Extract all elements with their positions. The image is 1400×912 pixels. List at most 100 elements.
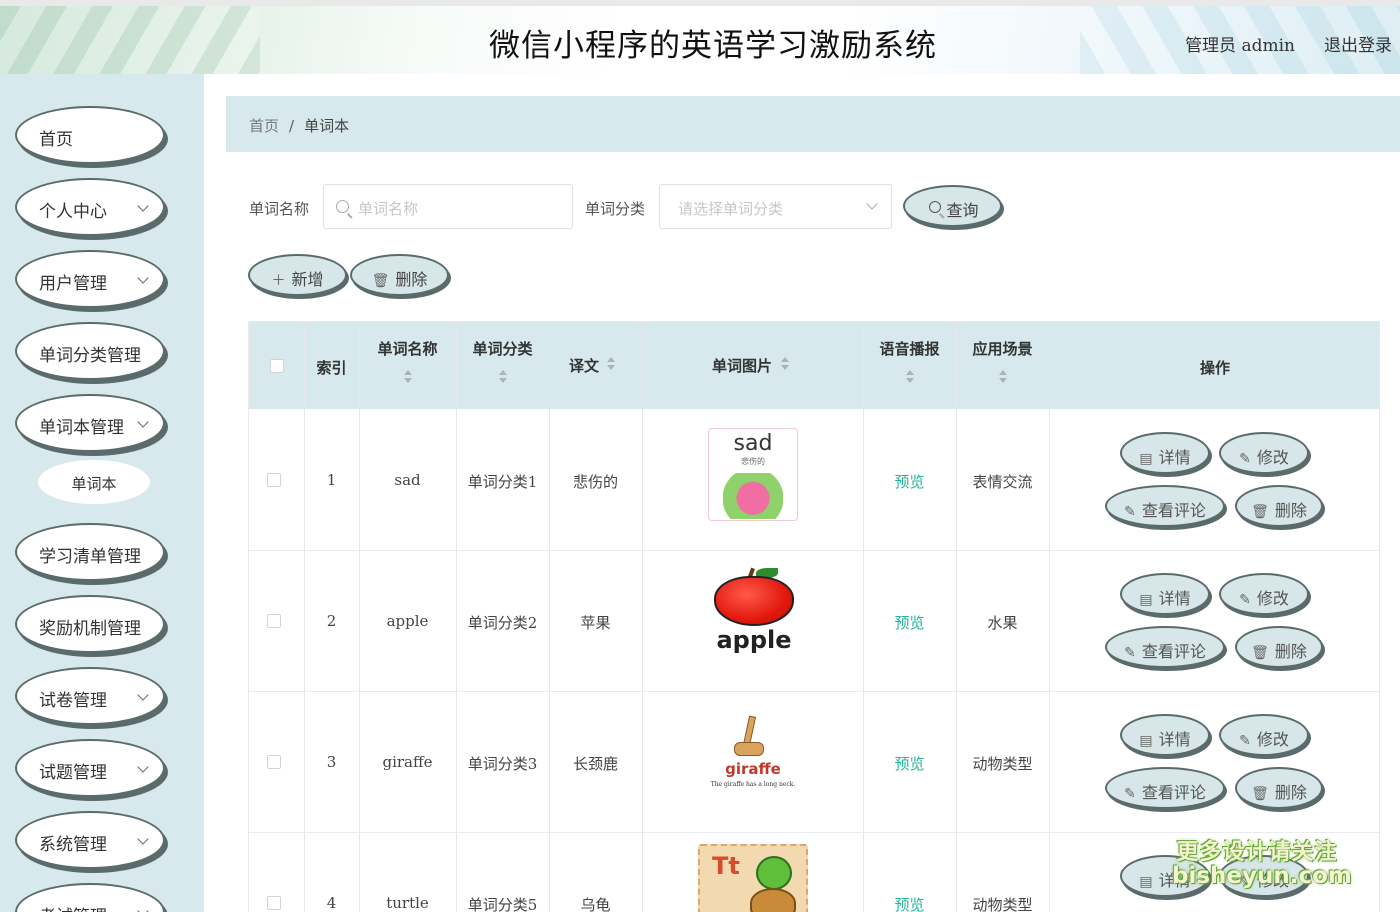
audio-preview-link[interactable]: 预览 — [863, 753, 956, 774]
sort-icon[interactable] — [780, 357, 790, 373]
nav-user-management[interactable]: 用户管理 — [15, 250, 165, 308]
sort-icon[interactable] — [998, 370, 1008, 386]
add-button-content: ＋ 新增 — [250, 266, 345, 290]
nav-label: 学习清单管理 — [39, 547, 141, 567]
detail-label: 详情 — [1158, 448, 1191, 467]
word-name-input[interactable]: 单词名称 — [323, 184, 573, 229]
sort-icon[interactable] — [905, 370, 915, 386]
sort-icon[interactable] — [403, 370, 413, 386]
logout-link[interactable]: 退出登录 — [1324, 31, 1392, 56]
audio-preview-link[interactable]: 预览 — [863, 471, 956, 492]
nav-exam-paper-management[interactable]: 试卷管理 — [15, 667, 165, 725]
row-checkbox[interactable] — [267, 896, 281, 910]
cell-word-name: apple — [386, 612, 429, 630]
trash-icon: 🗑 — [371, 273, 390, 289]
delete-button-label: 删除 — [395, 270, 428, 289]
nav-label: 单词本管理 — [39, 418, 124, 438]
sort-icon[interactable] — [606, 357, 616, 373]
nav-wordbook-management[interactable]: 单词本管理 — [15, 394, 165, 452]
plus-icon: ＋ — [271, 273, 286, 289]
audio-preview-link[interactable]: 预览 — [863, 894, 956, 912]
image-sub-text: The giraffe has a long neck. — [710, 781, 796, 788]
select-all-checkbox[interactable] — [270, 359, 284, 373]
edit-icon: ✎ — [1239, 592, 1251, 608]
chevron-down-icon — [137, 272, 149, 284]
nav-label: 试卷管理 — [39, 691, 107, 711]
comments-label: 查看评论 — [1141, 783, 1206, 802]
header-audio[interactable]: 语音播报 — [863, 338, 956, 359]
edit-button[interactable]: ✎ 修改 — [1219, 714, 1309, 756]
chevron-down-icon — [137, 416, 149, 428]
add-button-label: 新增 — [291, 270, 324, 289]
edit-icon: ✎ — [1124, 504, 1136, 520]
nav-reward-management[interactable]: 奖励机制管理 — [15, 595, 165, 653]
breadcrumb-home[interactable]: 首页 — [249, 117, 279, 135]
cell-translation: 长颈鹿 — [572, 755, 618, 773]
header-scene[interactable]: 应用场景 — [956, 338, 1049, 359]
image-word-text: giraffe — [725, 760, 781, 778]
trash-icon: 🗑 — [1251, 645, 1269, 661]
view-comments-button[interactable]: ✎ 查看评论 — [1105, 485, 1225, 527]
word-image-turtle: Tt — [698, 844, 808, 912]
word-category-select[interactable]: 请选择单词分类 — [659, 184, 892, 229]
nav-label: 考试管理 — [39, 902, 107, 912]
view-comments-button[interactable]: ✎ 查看评论 — [1105, 767, 1225, 809]
trash-icon: 🗑 — [1251, 504, 1269, 520]
nav-personal-center[interactable]: 个人中心 — [15, 178, 165, 236]
document-icon: ▤ — [1139, 874, 1153, 890]
edit-icon: ✎ — [1239, 733, 1251, 749]
nav-word-category-management[interactable]: 单词分类管理 — [15, 322, 165, 380]
row-checkbox[interactable] — [267, 473, 281, 487]
delete-button[interactable]: 🗑 删除 — [1235, 767, 1323, 809]
delete-label: 删除 — [1274, 501, 1307, 520]
nav-label: 用户管理 — [39, 274, 107, 294]
nav-label: 个人中心 — [39, 202, 107, 222]
chevron-down-icon — [137, 905, 149, 912]
cell-index: 4 — [326, 894, 337, 912]
nav-study-list-management[interactable]: 学习清单管理 — [15, 523, 165, 581]
trash-icon: 🗑 — [1251, 786, 1269, 802]
nav-system-management[interactable]: 系统管理 — [15, 811, 165, 869]
cell-word-name: sad — [394, 471, 421, 489]
nav-question-management[interactable]: 试题管理 — [15, 739, 165, 797]
nav-label: 奖励机制管理 — [39, 619, 141, 639]
detail-button[interactable]: ▤ 详情 — [1120, 714, 1210, 756]
header-word-category[interactable]: 单词分类 — [456, 338, 549, 359]
delete-button[interactable]: 🗑 删除 — [1235, 626, 1323, 668]
cell-word-category: 单词分类2 — [467, 614, 538, 632]
detail-button[interactable]: ▤ 详情 — [1120, 432, 1210, 474]
chevron-down-icon — [137, 689, 149, 701]
edit-icon: ✎ — [1124, 645, 1136, 661]
sort-icon[interactable] — [498, 370, 508, 386]
nav-sub-wordbook[interactable]: 单词本 — [38, 460, 150, 504]
delete-button[interactable]: 🗑 删除 — [1235, 485, 1323, 527]
top-header: 微信小程序的英语学习激励系统 管理员 admin 退出登录 — [0, 0, 1400, 74]
nav-label: 系统管理 — [39, 835, 107, 855]
header-word-image[interactable]: 单词图片 — [642, 355, 842, 376]
cell-word-name: giraffe — [382, 753, 433, 771]
watermark-line2: bisheyun.com — [1172, 863, 1352, 889]
audio-preview-link[interactable]: 预览 — [863, 612, 956, 633]
add-button[interactable]: ＋ 新增 — [248, 254, 347, 296]
cell-word-category: 单词分类3 — [467, 755, 538, 773]
header-actions: 操作 — [1199, 359, 1230, 377]
giraffe-body — [734, 742, 764, 756]
pig-illustration — [723, 473, 783, 519]
nav-home[interactable]: 首页 — [15, 106, 165, 164]
edit-button[interactable]: ✎ 修改 — [1219, 432, 1309, 474]
detail-button[interactable]: ▤ 详情 — [1120, 573, 1210, 615]
row-checkbox[interactable] — [267, 755, 281, 769]
row-checkbox[interactable] — [267, 614, 281, 628]
image-sub-text: 悲伤的 — [741, 457, 765, 466]
query-button[interactable]: 查询 — [903, 185, 1002, 227]
view-comments-button[interactable]: ✎ 查看评论 — [1105, 626, 1225, 668]
wordbook-table: 索引 单词名称 单词分类 译文 单词图片 语音播报 应用场景 操作 1 sad … — [248, 321, 1380, 912]
edit-button[interactable]: ✎ 修改 — [1219, 573, 1309, 615]
header-word-name[interactable]: 单词名称 — [359, 338, 456, 359]
cell-index: 3 — [326, 753, 337, 771]
current-user: 管理员 admin — [1185, 36, 1295, 56]
comments-label: 查看评论 — [1141, 642, 1206, 661]
header-index: 索引 — [316, 359, 347, 377]
batch-delete-button[interactable]: 🗑 删除 — [350, 254, 449, 296]
nav-exam-management[interactable]: 考试管理 — [15, 883, 165, 912]
